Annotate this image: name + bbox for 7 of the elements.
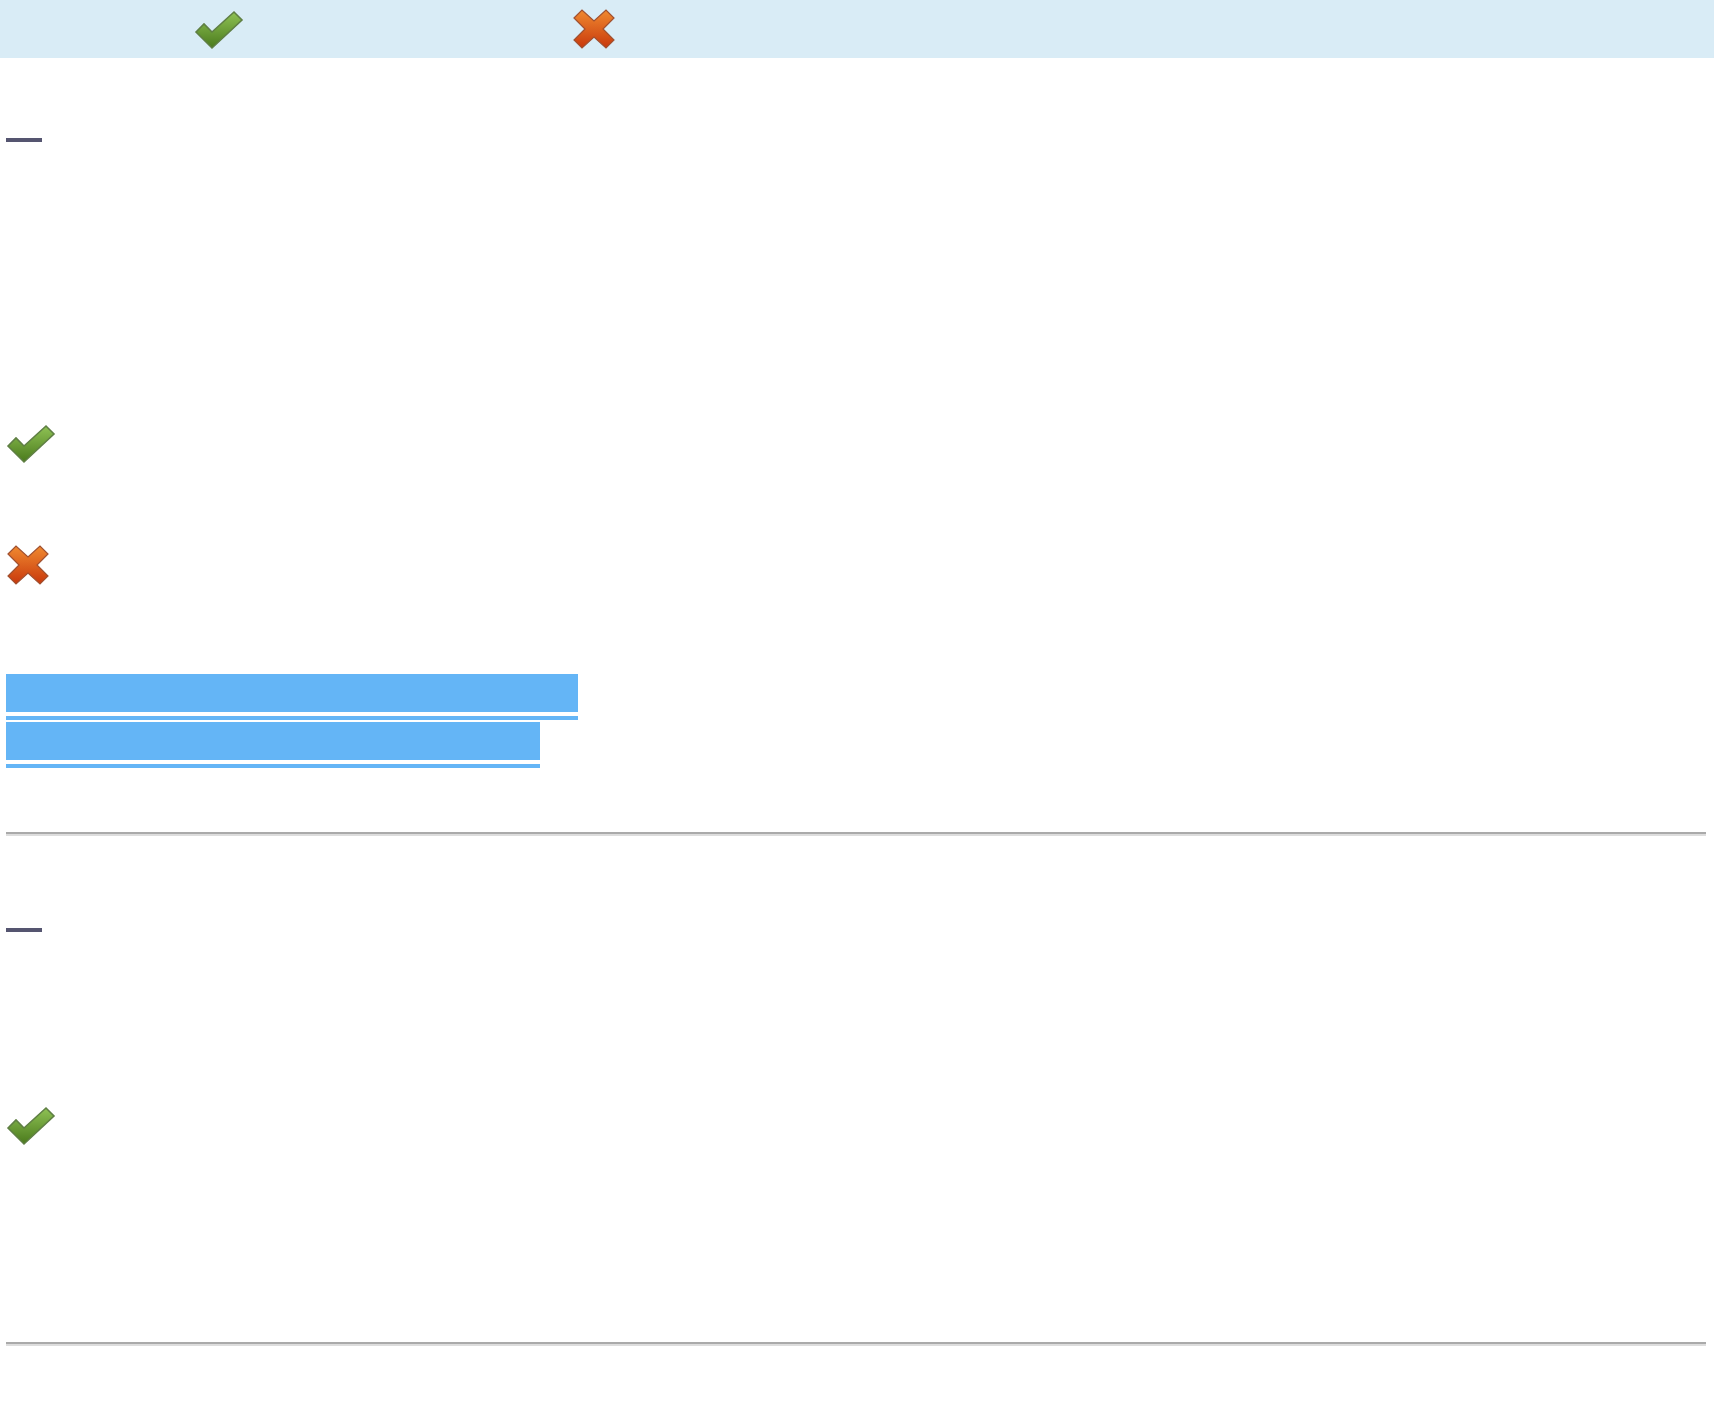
check-icon [194,9,244,49]
cross-icon [572,8,616,50]
dash-mark [6,138,42,142]
check-icon [6,1106,56,1146]
dash-mark [6,928,42,932]
cross-icon [6,544,50,586]
check-icon [6,424,56,464]
